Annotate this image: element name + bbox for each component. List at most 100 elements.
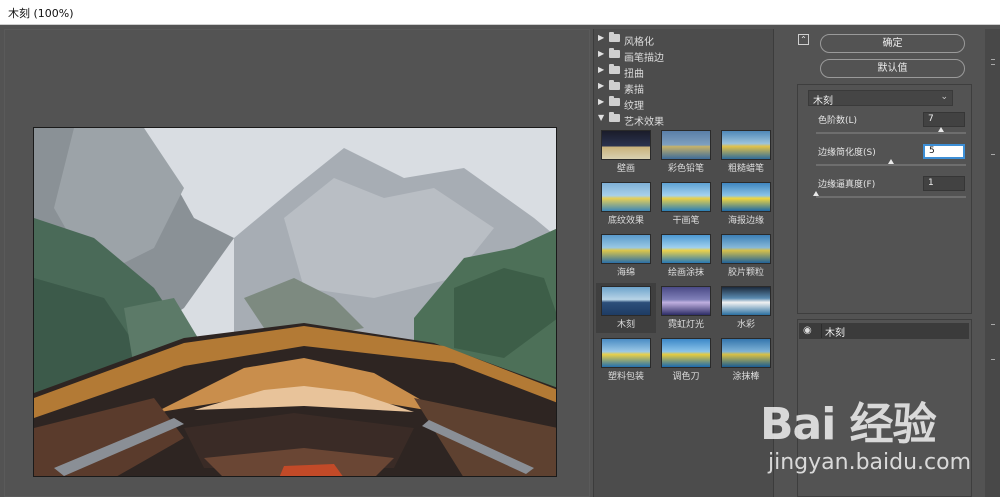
thumbnail-image (661, 130, 711, 160)
category-sketch[interactable]: ▶ 素描 (594, 79, 775, 96)
levels-label: 色阶数(L) (818, 116, 858, 126)
filter-settings: 木刻 ⌄ 色阶数(L) 7 边缘简化度(S) 5 边缘逼真度(F) 1 (797, 84, 972, 314)
thumbnail-image (661, 234, 711, 264)
collapse-icon[interactable]: ⌃ (798, 34, 809, 45)
thumbnail-image (721, 234, 771, 264)
filter-thumb-plastic-wrap[interactable]: 塑料包装 (596, 335, 656, 385)
folder-icon (609, 32, 620, 42)
preview-area[interactable] (4, 29, 590, 497)
filter-thumb-fresco[interactable]: 壁画 (596, 127, 656, 177)
thumbnail-image (601, 286, 651, 316)
filter-thumb-paint-daubs[interactable]: 绘画涂抹 (656, 231, 716, 281)
edge-simplicity-label: 边缘简化度(S) (818, 148, 876, 158)
thumbnail-image (661, 286, 711, 316)
filter-thumb-sponge[interactable]: 海绵 (596, 231, 656, 281)
thumbnail-image (661, 338, 711, 368)
filter-label: 胶片颗粒 (727, 268, 764, 278)
filter-thumb-film-grain[interactable]: 胶片颗粒 (716, 231, 776, 281)
edge-fidelity-input[interactable]: 1 (923, 176, 965, 191)
edge-simplicity-slider[interactable] (816, 164, 966, 166)
category-label: 纹理 (624, 101, 644, 112)
filter-label: 底纹效果 (607, 216, 644, 226)
category-stylize[interactable]: ▶ 风格化 (594, 31, 775, 48)
edge-simplicity-slider-thumb[interactable] (888, 159, 894, 164)
filter-thumb-dry-brush[interactable]: 干画笔 (656, 179, 716, 229)
effect-layer-name: 木刻 (821, 324, 845, 339)
filter-thumb-palette-knife[interactable]: 调色刀 (656, 335, 716, 385)
filter-thumb-rough-pastels[interactable]: 粗糙蜡笔 (716, 127, 776, 177)
levels-slider-thumb[interactable] (937, 127, 944, 132)
watermark-url: jingyan.baidu.com (768, 450, 972, 475)
folder-icon (609, 112, 620, 122)
thumbnail-image (601, 130, 651, 160)
folder-icon (609, 80, 620, 90)
edge-tick (991, 154, 995, 155)
filter-label: 霓虹灯光 (667, 320, 704, 330)
thumbnail-image (721, 286, 771, 316)
thumbnail-image (661, 182, 711, 212)
effect-layer-row[interactable]: ◉ 木刻 (799, 323, 969, 339)
levels-slider[interactable] (816, 132, 966, 134)
category-label: 素描 (624, 85, 644, 96)
filter-thumb-underpainting[interactable]: 底纹效果 (596, 179, 656, 229)
triangle-right-icon: ▶ (598, 97, 605, 106)
filter-label: 粗糙蜡笔 (727, 164, 764, 174)
category-artistic[interactable]: ▼ 艺术效果 (594, 111, 775, 128)
title-bar: 木刻 (100%) (0, 0, 1000, 25)
category-label: 画笔描边 (624, 53, 664, 64)
thumbnail-image (721, 130, 771, 160)
filter-thumb-poster-edges[interactable]: 海报边缘 (716, 179, 776, 229)
filter-thumb-cutout[interactable]: 木刻 (596, 283, 656, 333)
edge-tick (991, 59, 995, 60)
filter-label: 彩色铅笔 (667, 164, 704, 174)
edge-tick (991, 324, 995, 325)
filter-thumb-watercolor[interactable]: 水彩 (716, 283, 776, 333)
filter-label: 海绵 (616, 268, 635, 278)
filter-label: 调色刀 (672, 372, 700, 382)
filter-thumb-neon-glow[interactable]: 霓虹灯光 (656, 283, 716, 333)
triangle-down-icon: ▼ (598, 113, 605, 122)
folder-icon (609, 96, 620, 106)
filter-label: 绘画涂抹 (667, 268, 704, 278)
default-button[interactable]: 默认值 (820, 59, 965, 78)
filter-thumb-smudge-stick[interactable]: 涂抹棒 (716, 335, 776, 385)
folder-icon (609, 48, 620, 58)
filter-select[interactable]: 木刻 ⌄ (808, 90, 953, 107)
thumbnail-image (601, 182, 651, 212)
triangle-right-icon: ▶ (598, 49, 605, 58)
edge-tick (991, 359, 995, 360)
category-label: 扭曲 (624, 69, 644, 80)
filter-label: 涂抹棒 (732, 372, 760, 382)
thumbnail-image (721, 338, 771, 368)
window-title: 木刻 (100%) (8, 7, 74, 20)
triangle-right-icon: ▶ (598, 65, 605, 74)
filter-list-panel: ▶ 风格化 ▶ 画笔描边 ▶ 扭曲 ▶ 素描 ▶ 纹理 ▼ 艺术效果 壁画 彩色… (593, 29, 774, 497)
edge-tick (991, 64, 995, 65)
category-brush-strokes[interactable]: ▶ 画笔描边 (594, 47, 775, 64)
filter-thumb-colored-pencil[interactable]: 彩色铅笔 (656, 127, 716, 177)
eye-icon[interactable]: ◉ (803, 325, 812, 336)
edge-fidelity-label: 边缘逼真度(F) (818, 180, 876, 190)
levels-input[interactable]: 7 (923, 112, 965, 127)
filter-label: 干画笔 (672, 216, 700, 226)
triangle-right-icon: ▶ (598, 33, 605, 42)
edge-fidelity-slider-thumb[interactable] (813, 191, 819, 196)
filter-label: 海报边缘 (727, 216, 764, 226)
category-label: 风格化 (624, 37, 654, 48)
filter-label: 壁画 (616, 164, 635, 174)
thumbnail-image (721, 182, 771, 212)
category-distort[interactable]: ▶ 扭曲 (594, 63, 775, 80)
edge-simplicity-input[interactable]: 5 (923, 144, 965, 159)
edge-fidelity-slider[interactable] (816, 196, 966, 198)
preview-image (33, 127, 557, 477)
category-label: 艺术效果 (624, 117, 664, 128)
triangle-right-icon: ▶ (598, 81, 605, 90)
chevron-down-icon: ⌄ (940, 92, 948, 102)
watermark-logo: Bai 经验 (760, 399, 937, 450)
ok-button[interactable]: 确定 (820, 34, 965, 53)
filter-select-value: 木刻 (813, 96, 833, 107)
thumbnail-image (601, 234, 651, 264)
category-texture[interactable]: ▶ 纹理 (594, 95, 775, 112)
filter-label: 木刻 (616, 320, 635, 330)
filter-gallery-window: 木刻 (100%) ▶ 风格化 ▶ 画笔描边 ▶ 扭曲 ▶ 素描 ▶ 纹理 ▼ … (0, 0, 1000, 497)
